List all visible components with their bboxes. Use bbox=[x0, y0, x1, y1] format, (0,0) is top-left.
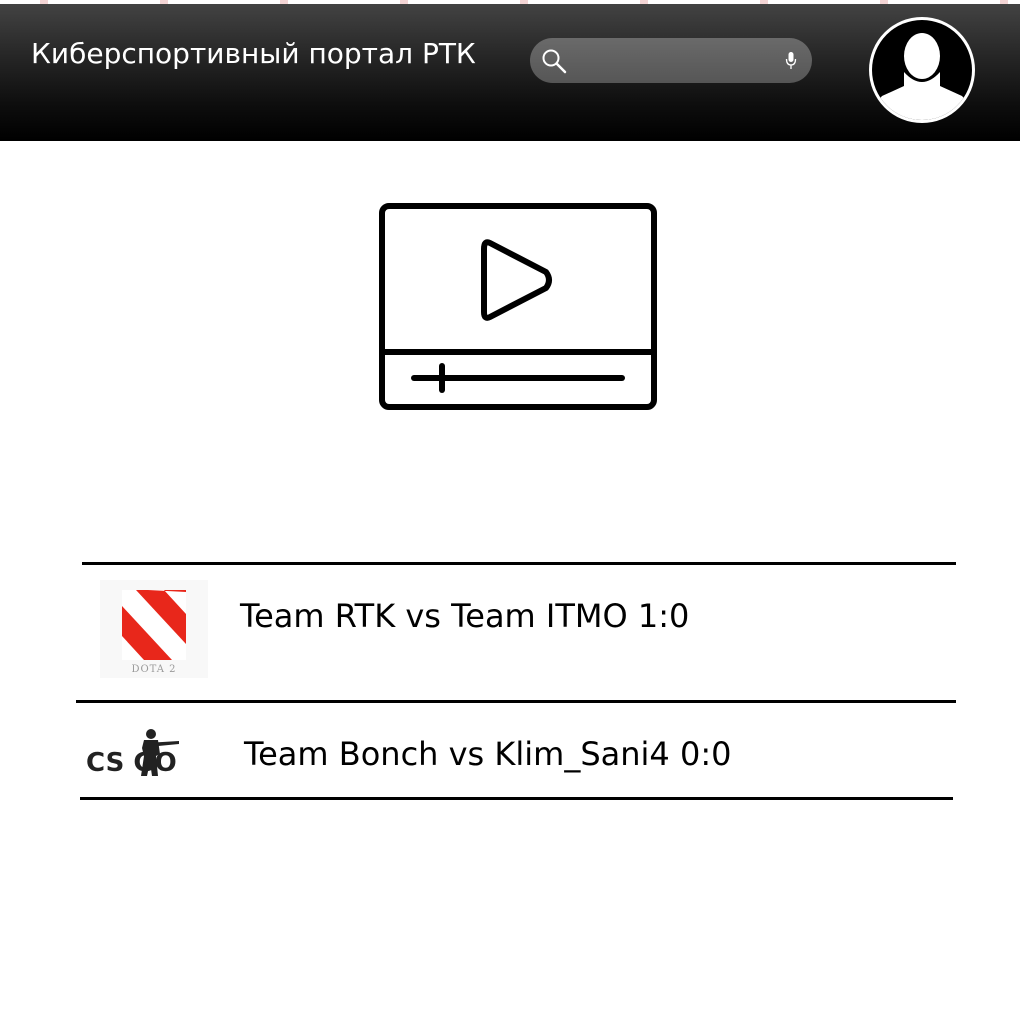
divider-line bbox=[80, 797, 953, 800]
search-icon[interactable] bbox=[540, 47, 568, 75]
user-avatar-icon[interactable] bbox=[866, 14, 978, 126]
search-input[interactable] bbox=[574, 46, 778, 76]
search-bar[interactable] bbox=[530, 38, 812, 83]
site-title: Киберспортивный портал РТК bbox=[31, 37, 476, 70]
header-top-strip bbox=[0, 0, 1020, 4]
divider-line bbox=[76, 700, 956, 703]
microphone-icon[interactable] bbox=[784, 51, 798, 71]
divider-line bbox=[82, 562, 956, 565]
video-player-icon[interactable] bbox=[378, 202, 658, 412]
top-header: Киберспортивный портал РТК bbox=[0, 0, 1020, 141]
csgo-logo-text-left: CS GO bbox=[86, 748, 177, 778]
dota2-logo: DOTA 2 bbox=[100, 580, 208, 678]
csgo-logo: CS GO bbox=[84, 724, 216, 782]
match-text-csgo: Team Bonch vs Klim_Sani4 0:0 bbox=[244, 735, 732, 773]
match-text-dota: Team RTK vs Team ITMO 1:0 bbox=[240, 597, 690, 635]
dota2-logo-text: DOTA 2 bbox=[131, 664, 176, 675]
